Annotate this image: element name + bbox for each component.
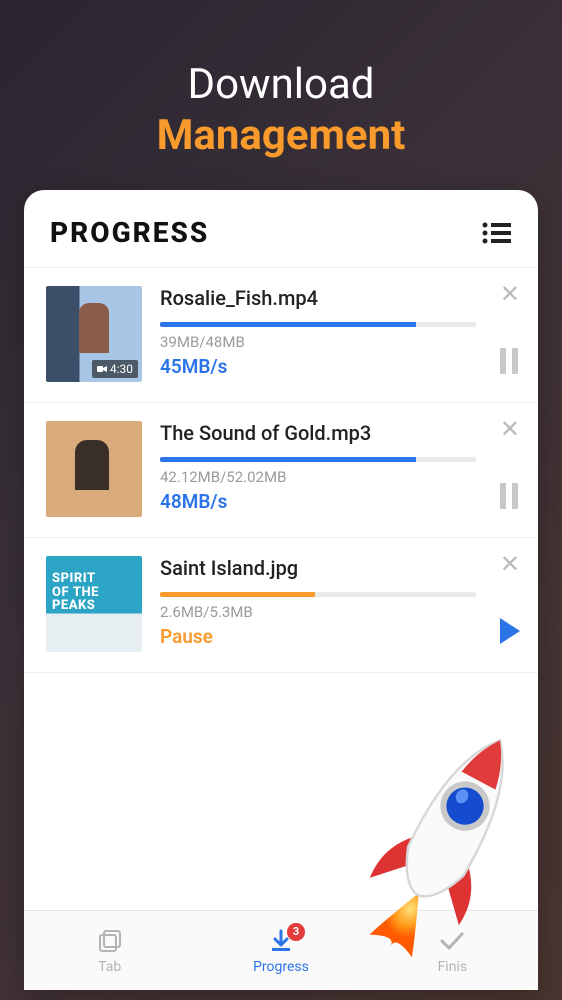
duration-text: 4:30 [110, 362, 133, 376]
video-duration-badge: 4:30 [92, 360, 138, 378]
progress-bar [160, 592, 476, 597]
nav-label: Progress [195, 959, 366, 975]
status-text: Pause [160, 625, 476, 648]
thumbnail: 4:30 [46, 286, 142, 382]
card-header: PROGRESS [24, 190, 538, 268]
progress-bar [160, 457, 476, 462]
thumb-caption: SPIRITOF THEPEAKS [52, 572, 99, 613]
list-view-icon[interactable] [482, 222, 512, 244]
nav-tab[interactable]: Tab [24, 927, 195, 975]
close-icon[interactable]: ✕ [500, 417, 520, 441]
badge-count: 3 [287, 923, 305, 941]
pause-button[interactable] [498, 348, 520, 378]
close-icon[interactable]: ✕ [500, 282, 520, 306]
nav-progress[interactable]: 3 Progress [195, 927, 366, 975]
hero-title-line2: Management [0, 111, 562, 160]
tabs-icon [24, 927, 195, 955]
thumbnail [46, 421, 142, 517]
filename: Rosalie_Fish.mp4 [160, 286, 476, 310]
size-text: 2.6MB/5.3MB [160, 603, 476, 621]
pause-icon [498, 348, 520, 374]
progress-fill [160, 457, 416, 462]
play-button[interactable] [498, 618, 520, 648]
filename: The Sound of Gold.mp3 [160, 421, 476, 445]
progress-fill [160, 592, 315, 597]
size-text: 39MB/48MB [160, 333, 476, 351]
check-icon [367, 927, 538, 955]
pause-button[interactable] [498, 483, 520, 513]
speed-text: 45MB/s [160, 355, 476, 378]
size-text: 42.12MB/52.02MB [160, 468, 476, 486]
nav-label: Finis [367, 959, 538, 975]
download-item[interactable]: SPIRITOF THEPEAKS Saint Island.jpg 2.6MB… [24, 538, 538, 673]
hero: Download Management [0, 0, 562, 190]
download-item[interactable]: 4:30 Rosalie_Fish.mp4 39MB/48MB 45MB/s ✕ [24, 268, 538, 403]
hero-title-line1: Download [0, 60, 562, 109]
download-info: The Sound of Gold.mp3 42.12MB/52.02MB 48… [142, 421, 516, 517]
progress-bar [160, 322, 476, 327]
play-icon [498, 618, 520, 644]
bottom-nav: Tab 3 Progress Finis [24, 910, 538, 990]
close-icon[interactable]: ✕ [500, 552, 520, 576]
nav-label: Tab [24, 959, 195, 975]
nav-finished[interactable]: Finis [367, 927, 538, 975]
pause-icon [498, 483, 520, 509]
thumbnail: SPIRITOF THEPEAKS [46, 556, 142, 652]
speed-text: 48MB/s [160, 490, 476, 513]
download-info: Rosalie_Fish.mp4 39MB/48MB 45MB/s [142, 286, 516, 382]
progress-fill [160, 322, 416, 327]
filename: Saint Island.jpg [160, 556, 476, 580]
download-icon: 3 [195, 927, 366, 955]
download-info: Saint Island.jpg 2.6MB/5.3MB Pause [142, 556, 516, 652]
download-item[interactable]: The Sound of Gold.mp3 42.12MB/52.02MB 48… [24, 403, 538, 538]
page-title: PROGRESS [50, 216, 209, 249]
video-camera-icon [97, 365, 107, 373]
progress-card: PROGRESS 4:30 Rosalie_Fish.mp4 39MB/48MB… [24, 190, 538, 990]
